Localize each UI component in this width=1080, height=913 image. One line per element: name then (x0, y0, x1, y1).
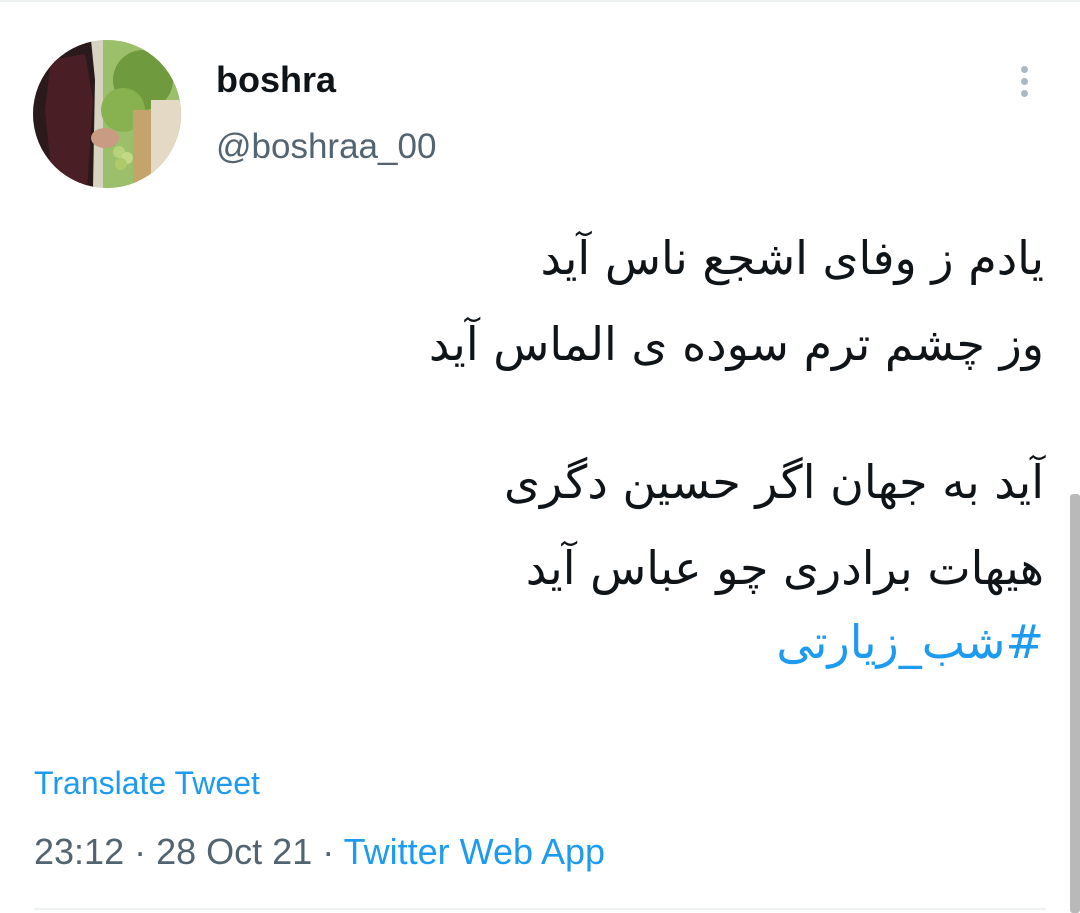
tweet-time[interactable]: 23:12 (34, 831, 124, 872)
more-options-button[interactable] (1003, 60, 1047, 104)
meta-separator: · (322, 831, 335, 872)
hashtag-link[interactable]: #شب_زیارتی (144, 612, 1044, 672)
verse-line-1: یادم ز وفای اشجع ناس آید (540, 231, 1044, 285)
avatar[interactable] (33, 40, 181, 188)
translate-tweet-link[interactable]: Translate Tweet (34, 763, 260, 803)
tweet-source-link[interactable]: Twitter Web App (344, 831, 605, 872)
verse-line-3: آید به جهان اگر حسین دگری (504, 455, 1044, 509)
meta-separator: · (134, 831, 147, 872)
author-display-name[interactable]: boshra (216, 58, 336, 102)
more-vertical-icon-dot (1021, 78, 1028, 85)
tweet-metadata: 23:12 · 28 Oct 21 · Twitter Web App (34, 830, 605, 874)
bottom-divider (34, 908, 1046, 910)
tweet-date[interactable]: 28 Oct 21 (156, 831, 312, 872)
scrollbar-thumb[interactable] (1070, 494, 1080, 913)
more-vertical-icon-dot (1021, 90, 1028, 97)
top-divider (0, 0, 1080, 2)
verse-gap (144, 400, 1044, 452)
author-handle[interactable]: @boshraa_00 (216, 126, 436, 168)
verse-line-2: وز چشم ترم سوده ی الماس آید (428, 317, 1044, 371)
verse-line-4: هیهات برادری چو عباس آید (525, 541, 1044, 595)
more-vertical-icon (1021, 66, 1028, 73)
tweet-text: یادم ز وفای اشجع ناس آید وز چشم ترم سوده… (144, 228, 1044, 672)
avatar-photo (33, 40, 181, 188)
